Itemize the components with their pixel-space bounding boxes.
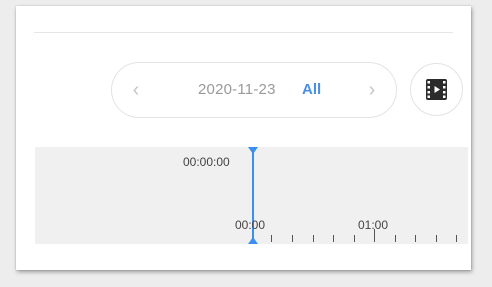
tick	[415, 235, 416, 242]
tick	[333, 235, 334, 242]
tick	[313, 235, 314, 242]
tick	[271, 235, 272, 242]
video-mode-button[interactable]	[410, 63, 463, 116]
chevron-right-icon[interactable]: ›	[352, 63, 392, 117]
playhead-bottom-marker[interactable]	[248, 237, 258, 244]
tick	[354, 235, 355, 242]
tick-major	[374, 229, 375, 242]
filter-all-button[interactable]: All	[302, 63, 321, 117]
tick	[456, 235, 457, 242]
tick-label-0000: 00:00	[235, 218, 266, 232]
current-time-readout: 00:00:00	[183, 155, 230, 169]
divider	[34, 32, 453, 33]
tick	[436, 235, 437, 242]
timeline-scrubber[interactable]: 00:00:00 00:00 01:00	[35, 147, 468, 244]
chevron-left-icon[interactable]: ‹	[116, 63, 156, 117]
date-selector: ‹ 2020-11-23 All ›	[111, 62, 397, 118]
video-playback-panel: ‹ 2020-11-23 All › 00:00:00 00:00 01:00	[16, 6, 471, 270]
date-label: 2020-11-23	[198, 81, 276, 98]
film-icon	[426, 79, 447, 100]
tick	[395, 235, 396, 242]
tick	[292, 235, 293, 242]
